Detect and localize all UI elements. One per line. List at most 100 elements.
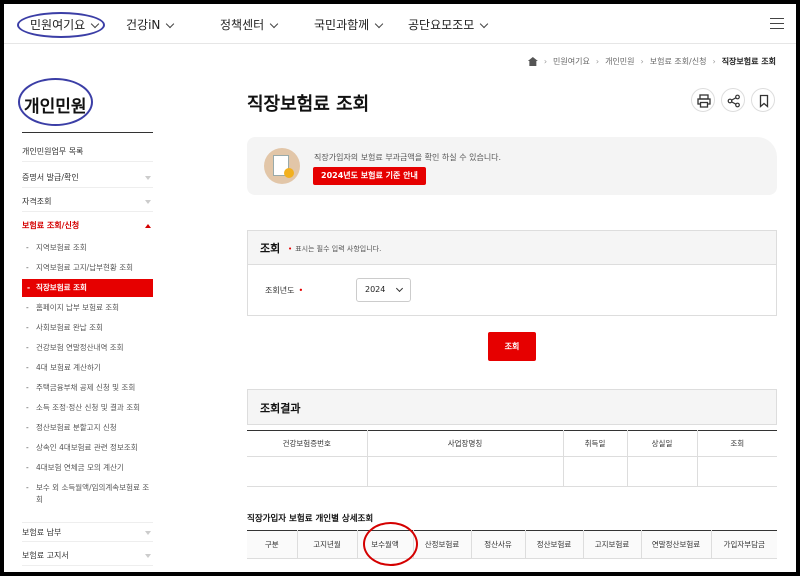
- sidebar-subitem-active[interactable]: 직장보험료 조회: [22, 279, 153, 297]
- chevron-down-icon: [374, 19, 384, 29]
- breadcrumb-current: 직장보험료 조회: [721, 57, 776, 66]
- annotation-circle-column: [363, 522, 418, 566]
- column-header: 고지년월: [297, 530, 358, 559]
- search-heading: 조회: [260, 242, 281, 255]
- triangle-up-icon: [145, 224, 151, 228]
- print-icon: [697, 94, 711, 108]
- sidebar-subitem[interactable]: 지역보험료 고지/납부현황 조회: [26, 262, 154, 274]
- sidebar-item-qualification[interactable]: 자격조회: [22, 192, 153, 212]
- column-header: 연말정산보험료: [641, 530, 712, 559]
- search-panel: 조회 • 표시는 필수 입력 사항입니다. 조회년도 • 2024: [247, 230, 777, 316]
- share-icon: [727, 94, 740, 108]
- column-header: 취득일: [563, 430, 628, 457]
- nav-label: 건강iN: [126, 18, 161, 32]
- sidebar-subitem[interactable]: 4대 보험료 계산하기: [26, 362, 154, 374]
- sidebar-item-label: 증명서 발급/확인: [22, 173, 79, 182]
- chevron-down-icon: [166, 19, 175, 29]
- required-note-text: 표시는 필수 입력 사항입니다.: [295, 245, 382, 253]
- sidebar-subitem[interactable]: 상속인 4대보험료 관련 정보조회: [26, 442, 154, 454]
- bookmark-icon: [759, 94, 769, 108]
- triangle-down-icon: [145, 176, 151, 180]
- sidebar-subitem[interactable]: 소득 조정·정산 신청 및 결과 조회: [26, 402, 154, 414]
- result-panel-header: 조회결과: [247, 389, 777, 425]
- sidebar-subitem[interactable]: 보수 외 소득월액/임의계속보험료 조회: [26, 482, 154, 506]
- nav-item-about[interactable]: 공단요모조모: [408, 16, 489, 33]
- nav-item-policy[interactable]: 정책센터: [220, 16, 279, 33]
- sidebar-item-bill[interactable]: 보험료 고지서: [22, 546, 153, 566]
- nav-label: 정책센터: [220, 18, 265, 32]
- sidebar-item-label: 보험료 조회/신청: [22, 221, 80, 230]
- sidebar-subitem[interactable]: 4대보험 연체금 모의 계산기: [26, 462, 154, 474]
- triangle-down-icon: [145, 200, 151, 204]
- column-header: 정산보험료: [525, 530, 584, 559]
- sidebar-item-label: 자격조회: [22, 197, 52, 206]
- sidebar-item-premium[interactable]: 보험료 조회/신청: [22, 216, 153, 236]
- premium-standard-button[interactable]: 2024년도 보험료 기준 안내: [313, 167, 426, 185]
- sidebar-item-list[interactable]: 개인민원업무 목록: [22, 142, 153, 162]
- annotation-circle-sidebar: [18, 78, 93, 126]
- table-cell: [697, 456, 777, 487]
- year-select-value: 2024: [365, 285, 386, 294]
- column-header: 정산사유: [471, 530, 526, 559]
- sidebar-item-certificate[interactable]: 증명서 발급/확인: [22, 168, 153, 188]
- sidebar-subitem[interactable]: 정산보험료 분할고지 신청: [26, 422, 154, 434]
- menu-icon[interactable]: [770, 18, 784, 29]
- print-button[interactable]: [691, 88, 715, 112]
- column-header: 가입자부담금: [711, 530, 777, 559]
- breadcrumb-item[interactable]: 보험료 조회/신청: [650, 56, 707, 67]
- table-row: [247, 456, 777, 487]
- year-select[interactable]: 2024: [356, 278, 411, 302]
- sidebar-item-payment[interactable]: 보험료 납부: [22, 522, 153, 542]
- table-cell: [563, 456, 628, 487]
- breadcrumb-separator: ›: [543, 57, 548, 66]
- table-header-row: 건강보험증번호 사업장명칭 취득일 상실일 조회: [247, 430, 777, 457]
- nav-item-together[interactable]: 국민과함께: [314, 16, 384, 33]
- nav-label: 공단요모조모: [408, 18, 475, 32]
- sidebar-subitem[interactable]: 사회보험료 완납 조회: [26, 322, 154, 334]
- sidebar-subitem[interactable]: 주택금융부채 공제 신청 및 조회: [26, 382, 154, 394]
- column-header: 상실일: [627, 430, 698, 457]
- sidebar-divider: [22, 132, 153, 133]
- required-dot-icon: •: [288, 245, 293, 253]
- sidebar-subitem[interactable]: 지역보험료 조회: [26, 242, 154, 254]
- table-cell: [247, 456, 368, 487]
- column-header: 조회: [697, 430, 777, 457]
- annotation-circle-nav: [17, 12, 105, 38]
- breadcrumb: › 민원여기요 › 개인민원 › 보험료 조회/신청 › 직장보험료 조회: [527, 56, 776, 67]
- column-header: 건강보험증번호: [247, 430, 368, 457]
- column-header: 구분: [247, 530, 298, 559]
- detail-table: 구분 고지년월 보수월액 산정보험료 정산사유 정산보험료 고지보험료 연말정산…: [247, 530, 777, 559]
- breadcrumb-separator: ›: [712, 57, 716, 66]
- required-note: • 표시는 필수 입력 사항입니다.: [288, 244, 381, 254]
- column-header: 사업장명칭: [367, 430, 564, 457]
- home-icon[interactable]: [527, 57, 538, 66]
- sidebar-item-label: 보험료 납부: [22, 528, 62, 537]
- result-heading: 조회결과: [260, 402, 301, 415]
- breadcrumb-separator: ›: [595, 57, 600, 66]
- detail-title: 직장가입자 보험료 개인별 상세조회: [247, 514, 374, 524]
- table-cell: [367, 456, 564, 487]
- bookmark-button[interactable]: [751, 88, 775, 112]
- share-button[interactable]: [721, 88, 745, 112]
- breadcrumb-item[interactable]: 개인민원: [605, 56, 634, 67]
- sidebar-item-label: 개인민원업무 목록: [22, 147, 84, 156]
- column-header: 산정보험료: [413, 530, 472, 559]
- column-header: 고지보험료: [583, 530, 642, 559]
- top-navigation: 민원여기요 건강iN 정책센터 국민과함께 공단요모조모: [4, 4, 796, 44]
- sidebar-subitem[interactable]: 홈페이지 납부 보험료 조회: [26, 302, 154, 314]
- document-coin-icon: [264, 148, 300, 184]
- page-title: 직장보험료 조회: [247, 94, 370, 115]
- sidebar-item-label: 보험료 고지서: [22, 551, 69, 560]
- nav-item-health[interactable]: 건강iN: [126, 16, 175, 33]
- search-panel-header: 조회 • 표시는 필수 입력 사항입니다.: [248, 231, 776, 265]
- breadcrumb-item[interactable]: 민원여기요: [553, 56, 590, 67]
- year-label-text: 조회년도: [265, 286, 295, 295]
- chevron-down-icon: [480, 19, 489, 29]
- chevron-down-icon: [269, 19, 279, 29]
- search-button[interactable]: 조회: [488, 332, 536, 361]
- page-frame: 민원여기요 건강iN 정책센터 국민과함께 공단요모조모 › 민원여기요 › 개…: [4, 4, 796, 572]
- result-table: 건강보험증번호 사업장명칭 취득일 상실일 조회: [247, 430, 777, 487]
- table-header-row: 구분 고지년월 보수월액 산정보험료 정산사유 정산보험료 고지보험료 연말정산…: [247, 530, 777, 559]
- breadcrumb-separator: ›: [640, 57, 644, 66]
- sidebar-subitem[interactable]: 건강보험 연말정산내역 조회: [26, 342, 154, 354]
